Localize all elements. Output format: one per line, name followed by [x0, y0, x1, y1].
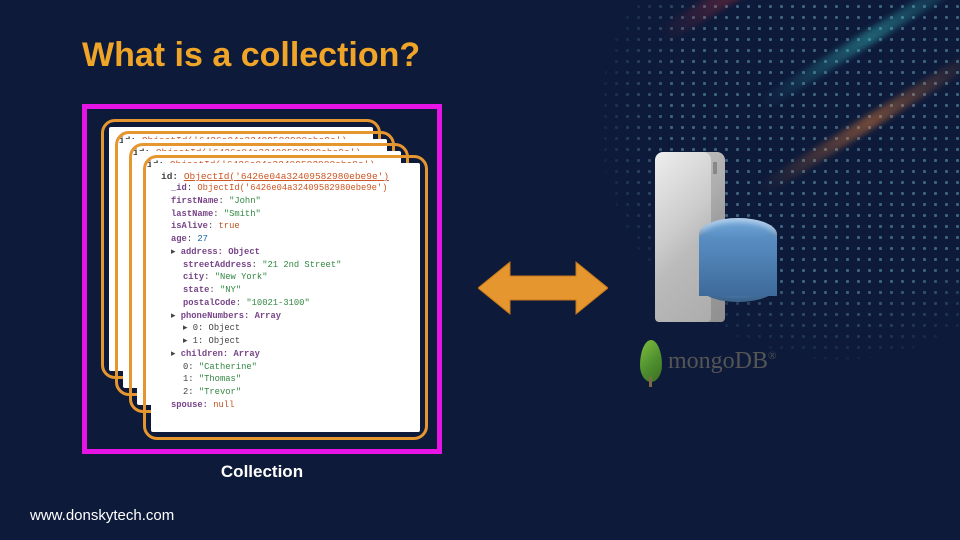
collection-label: Collection	[82, 462, 442, 482]
bidirectional-arrow-icon	[478, 258, 608, 318]
collection-frame: id: ObjectId('6426e04a32409582980ebe9e')…	[82, 104, 442, 454]
document-body: _id: ObjectId('6426e04a32409582980ebe9e'…	[161, 182, 410, 412]
site-url: www.donskytech.com	[30, 507, 174, 524]
mongodb-logo: mongoDB®	[640, 340, 776, 382]
page-title: What is a collection?	[82, 36, 420, 75]
document-card-front: id: ObjectId('6426e04a32409582980ebe9e')…	[143, 155, 428, 440]
leaf-icon	[640, 340, 662, 382]
database-server-icon	[655, 152, 765, 322]
doc-id-header: id: ObjectId('6426e04a32409582980ebe9e')	[161, 171, 410, 182]
mongodb-wordmark: mongoDB®	[668, 348, 776, 375]
